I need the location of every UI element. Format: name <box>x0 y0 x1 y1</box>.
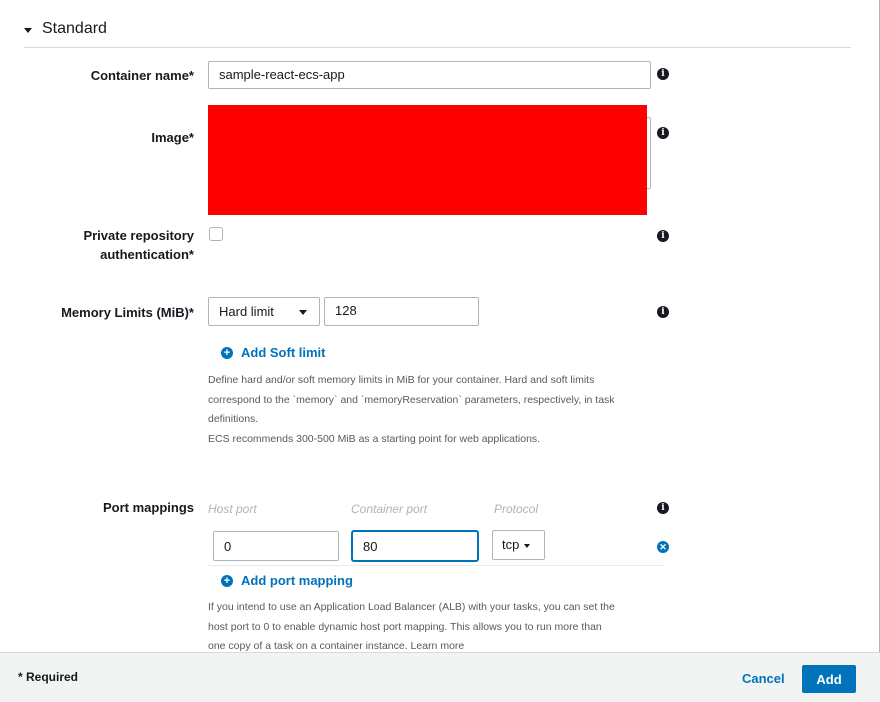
redaction-block <box>208 105 647 215</box>
private-repository-label-line1: Private repository <box>83 228 194 243</box>
memory-limit-type-value: Hard limit <box>219 304 274 319</box>
plus-circle-icon: + <box>221 346 233 359</box>
container-name-input[interactable]: sample-react-ecs-app <box>208 61 651 89</box>
caret-down-icon <box>299 310 307 315</box>
private-repository-checkbox[interactable] <box>209 227 223 241</box>
container-name-label: Container name* <box>90 68 194 83</box>
memory-help-text: Define hard and/or soft memory limits in… <box>208 371 648 449</box>
port-mapping-help-text: If you intend to use an Application Load… <box>208 598 648 652</box>
help-line: If you intend to use an Application Load… <box>208 601 615 613</box>
help-line: definitions. <box>208 413 259 425</box>
private-repository-label: Private repository authentication* <box>83 226 194 264</box>
memory-limits-label: Memory Limits (MiB)* <box>61 305 194 320</box>
container-port-column-header: Container port <box>351 502 428 516</box>
add-button[interactable]: Add <box>802 665 856 693</box>
caret-down-icon <box>24 27 32 33</box>
protocol-value: tcp <box>502 537 520 552</box>
memory-limit-input[interactable]: 128 <box>324 297 479 326</box>
host-port-input[interactable]: 0 <box>213 531 339 561</box>
info-icon[interactable]: i <box>657 306 669 318</box>
help-line: one copy of a task on a container instan… <box>208 640 465 652</box>
required-note: * Required <box>18 670 79 684</box>
caret-down-icon <box>524 543 531 548</box>
private-repository-label-line2: authentication* <box>100 247 194 262</box>
memory-limit-type-select[interactable]: Hard limit <box>208 297 320 326</box>
plus-circle-icon: + <box>221 574 233 587</box>
port-mappings-label: Port mappings <box>102 500 194 515</box>
add-soft-limit-label: Add Soft limit <box>241 345 326 360</box>
protocol-select[interactable]: tcp <box>492 530 545 560</box>
help-line: Define hard and/or soft memory limits in… <box>208 374 595 386</box>
section-divider <box>24 47 851 48</box>
modal-footer: * Required Cancel Add <box>0 652 880 702</box>
section-title: Standard <box>42 20 107 37</box>
add-soft-limit-link[interactable]: + Add Soft limit <box>221 345 326 360</box>
image-label: Image* <box>151 130 194 145</box>
cancel-button[interactable]: Cancel <box>742 671 785 686</box>
help-line: host port to 0 to enable dynamic host po… <box>208 620 602 633</box>
host-port-column-header: Host port <box>208 502 257 516</box>
info-icon[interactable]: i <box>657 127 669 139</box>
info-icon[interactable]: i <box>657 230 669 242</box>
section-header-standard[interactable]: Standard <box>24 20 107 38</box>
protocol-column-header: Protocol <box>494 502 539 516</box>
help-line: correspond to the `memory` and `memoryRe… <box>208 393 615 406</box>
container-definition-form: Standard Container name* sample-react-ec… <box>0 0 880 652</box>
add-port-mapping-label: Add port mapping <box>241 573 353 588</box>
port-row-divider <box>208 565 664 566</box>
info-icon[interactable]: i <box>657 502 669 514</box>
add-port-mapping-link[interactable]: + Add port mapping <box>221 573 353 588</box>
container-port-input[interactable]: 80 <box>352 531 478 561</box>
remove-port-mapping-icon[interactable]: ✕ <box>657 541 669 553</box>
help-line: ECS recommends 300-500 MiB as a starting… <box>208 432 541 445</box>
info-icon[interactable]: i <box>657 68 669 80</box>
